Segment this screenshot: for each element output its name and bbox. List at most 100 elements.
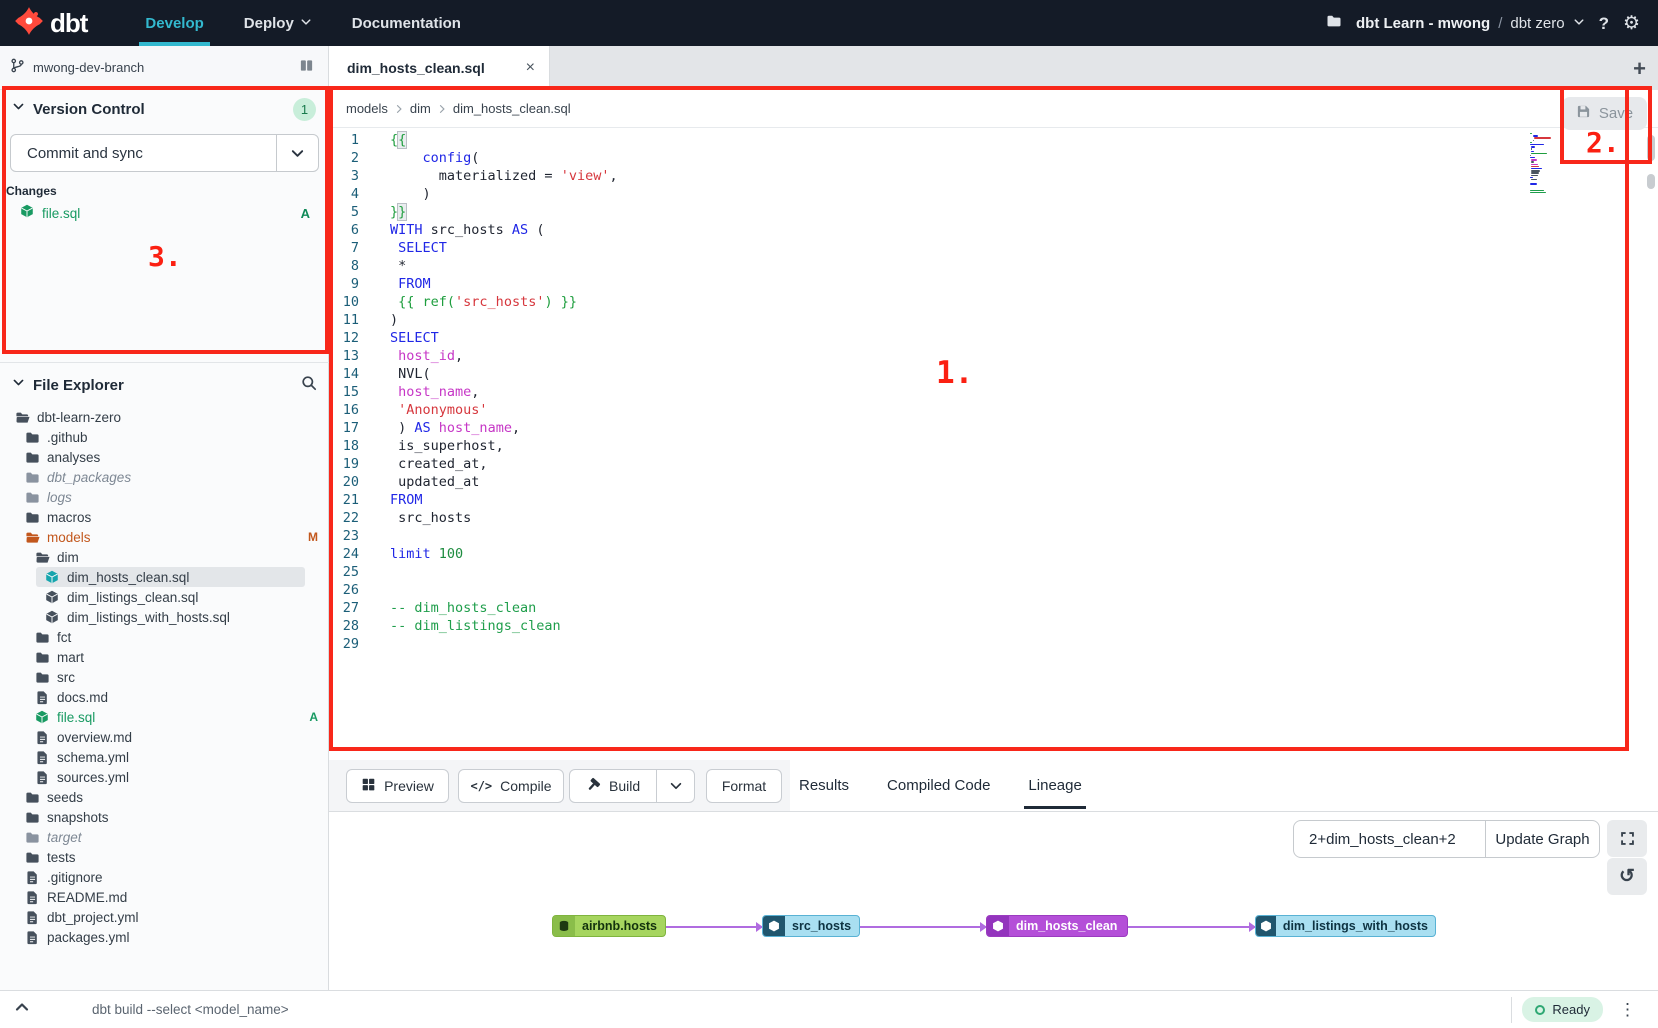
file-explorer-header[interactable]: File Explorer [0,368,329,402]
update-graph-button[interactable]: Update Graph [1485,821,1599,857]
tab-lineage[interactable]: Lineage [1028,760,1081,811]
code-line[interactable]: 20 updated_at [329,473,1519,491]
tree-item-snapshots[interactable]: snapshots [0,807,329,827]
help-icon[interactable]: ? [1599,15,1609,32]
tree-item-dim[interactable]: dim [0,547,329,567]
build-options-caret[interactable] [656,770,694,802]
code-line[interactable]: 15 host_name, [329,383,1519,401]
build-button[interactable]: Build [570,770,656,802]
code-line[interactable]: 17 ) AS host_name, [329,419,1519,437]
preview-button[interactable]: Preview [346,769,449,803]
lineage-selector-input[interactable]: 2+dim_hosts_clean+2 [1294,821,1485,857]
tree-item-logs[interactable]: logs [0,487,329,507]
code-line[interactable]: 2 config( [329,149,1519,167]
code-line[interactable]: 28-- dim_listings_clean [329,617,1519,635]
tree-item-models[interactable]: modelsM [0,527,329,547]
code-line[interactable]: 3 materialized = 'view', [329,167,1519,185]
code-line[interactable]: 23 [329,527,1519,545]
code-line[interactable]: 21FROM [329,491,1519,509]
code-line[interactable]: 27-- dim_hosts_clean [329,599,1519,617]
code-line[interactable]: 11) [329,311,1519,329]
commit-and-sync-button[interactable]: Commit and sync [10,134,319,172]
search-icon[interactable] [301,375,317,396]
code-line[interactable]: 1{{ [329,131,1519,149]
dbt-logo[interactable]: dbt [0,6,87,41]
project-breadcrumb[interactable]: dbt Learn - mwong / dbt zero [1356,15,1585,32]
format-button[interactable]: Format [706,769,782,803]
code-line[interactable]: 6WITH src_hosts AS ( [329,221,1519,239]
lineage-node-dim-listings-with-hosts[interactable]: dim_listings_with_hosts [1255,915,1436,937]
scrollbar-thumb[interactable] [1647,135,1655,161]
fullscreen-icon[interactable] [1607,820,1647,857]
kebab-menu-icon[interactable]: ⋮ [1619,1000,1636,1020]
chevron-up-icon[interactable] [14,999,30,1020]
code-line[interactable]: 24limit 100 [329,545,1519,563]
code-line[interactable]: 26 [329,581,1519,599]
tree-item-dim-listings-clean-sql[interactable]: dim_listings_clean.sql [0,587,329,607]
tree-item-src[interactable]: src [0,667,329,687]
code-line[interactable]: 13 host_id, [329,347,1519,365]
docs-panel-icon[interactable] [299,58,314,78]
tree-item-dbt-project-yml[interactable]: dbt_project.yml [0,907,329,927]
code-line[interactable]: 16 'Anonymous' [329,401,1519,419]
code-line[interactable]: 9 FROM [329,275,1519,293]
tab-dim-hosts-clean[interactable]: dim_hosts_clean.sql × [329,46,550,90]
tree-item--github[interactable]: .github [0,427,329,447]
tree-item-target[interactable]: target [0,827,329,847]
nav-item-develop[interactable]: Develop [145,0,203,46]
breadcrumb-models[interactable]: models [346,101,388,116]
code-editor[interactable]: 1{{2 config(3 materialized = 'view',4 )5… [329,131,1519,653]
tab-results[interactable]: Results [799,760,849,811]
code-line[interactable]: 14 NVL( [329,365,1519,383]
breadcrumb-file[interactable]: dim_hosts_clean.sql [453,101,571,116]
compile-button[interactable]: </> Compile [458,769,564,803]
tab-compiled-code[interactable]: Compiled Code [887,760,990,811]
tree-item-macros[interactable]: macros [0,507,329,527]
tree-item-sources-yml[interactable]: sources.yml [0,767,329,787]
code-line[interactable]: 8 * [329,257,1519,275]
tree-item-seeds[interactable]: seeds [0,787,329,807]
lineage-node-dim-hosts-clean[interactable]: dim_hosts_clean [986,915,1128,937]
code-line[interactable]: 22 src_hosts [329,509,1519,527]
code-line[interactable]: 10 {{ ref('src_hosts') }} [329,293,1519,311]
tree-item-dbt-packages[interactable]: dbt_packages [0,467,329,487]
code-line[interactable]: 25 [329,563,1519,581]
breadcrumb-dim[interactable]: dim [410,101,431,116]
nav-item-documentation[interactable]: Documentation [352,0,461,46]
code-line[interactable]: 5}} [329,203,1519,221]
code-line[interactable]: 12SELECT [329,329,1519,347]
scrollbar-thumb[interactable] [1647,174,1655,189]
changed-file-row[interactable]: file.sqlA [0,202,329,224]
lineage-node-airbnb-hosts[interactable]: airbnb.hosts [552,915,666,937]
tree-item-fct[interactable]: fct [0,627,329,647]
tree-item-overview-md[interactable]: overview.md [0,727,329,747]
command-input[interactable]: dbt build --select <model_name> [92,1002,289,1017]
tree-item-tests[interactable]: tests [0,847,329,867]
version-control-header[interactable]: Version Control 1 [0,90,328,128]
new-tab-button[interactable]: + [1633,56,1646,82]
tree-item-packages-yml[interactable]: packages.yml [0,927,329,947]
reset-view-icon[interactable]: ↺ [1607,858,1647,895]
tree-item-dim-hosts-clean-sql[interactable]: dim_hosts_clean.sql [0,567,329,587]
editor-minimap[interactable] [1530,133,1560,196]
tree-item-mart[interactable]: mart [0,647,329,667]
tree-item-readme-md[interactable]: README.md [0,887,329,907]
gear-icon[interactable]: ⚙ [1623,14,1640,33]
lineage-node-src-hosts[interactable]: src_hosts [762,915,860,937]
save-button[interactable]: Save [1562,97,1647,130]
code-line[interactable]: 18 is_superhost, [329,437,1519,455]
tree-item-dbt-learn-zero[interactable]: dbt-learn-zero [0,407,329,427]
tree-item-docs-md[interactable]: docs.md [0,687,329,707]
tree-item-schema-yml[interactable]: schema.yml [0,747,329,767]
code-line[interactable]: 29 [329,635,1519,653]
close-icon[interactable]: × [526,59,535,77]
tree-item--gitignore[interactable]: .gitignore [0,867,329,887]
code-line[interactable]: 4 ) [329,185,1519,203]
commit-options-caret[interactable] [276,135,318,171]
code-line[interactable]: 19 created_at, [329,455,1519,473]
tree-item-file-sql[interactable]: file.sqlA [0,707,329,727]
tree-item-dim-listings-with-hosts-sql[interactable]: dim_listings_with_hosts.sql [0,607,329,627]
tree-item-analyses[interactable]: analyses [0,447,329,467]
code-line[interactable]: 7 SELECT [329,239,1519,257]
nav-item-deploy[interactable]: Deploy [244,0,312,46]
